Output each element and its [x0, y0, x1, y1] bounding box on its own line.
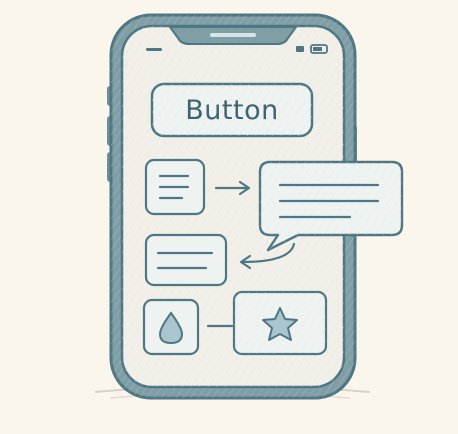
primary-button-shape — [150, 82, 314, 138]
list-card-middle — [144, 233, 228, 287]
star-card — [232, 290, 328, 356]
phone-illustration — [94, 13, 404, 400]
list-card-top — [144, 158, 206, 216]
illustration-canvas: Button — [0, 0, 458, 434]
drop-card — [142, 298, 200, 356]
